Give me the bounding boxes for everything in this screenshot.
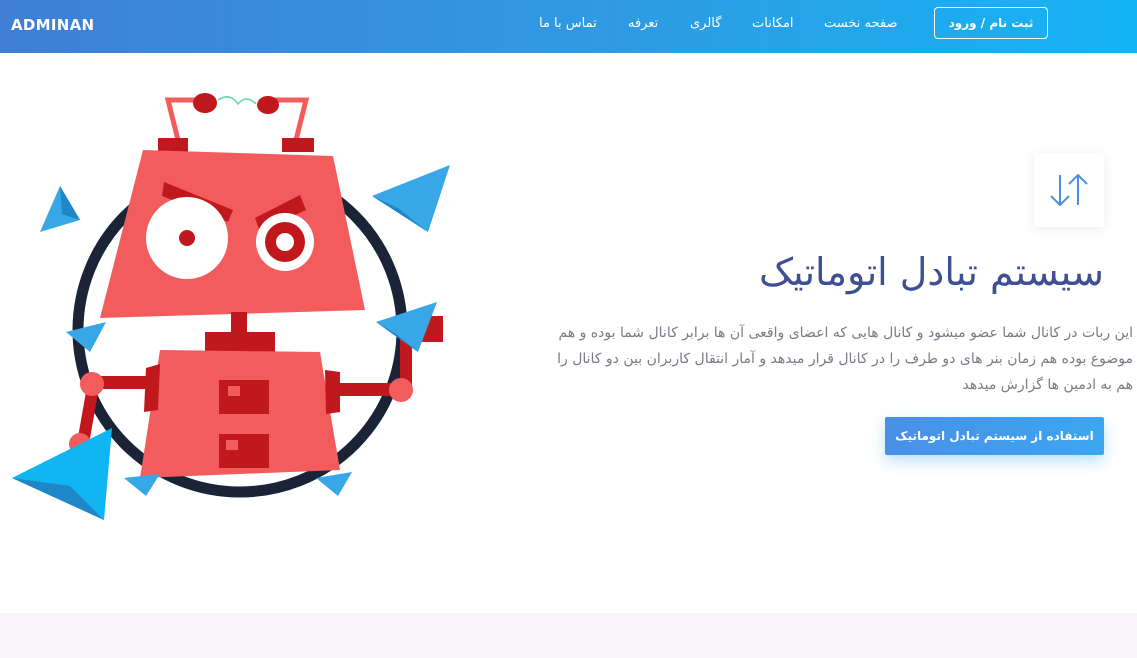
robot-collar (205, 332, 275, 352)
pupil-left (179, 230, 195, 246)
head-clip-right (282, 138, 314, 152)
antenna-bulb-left (193, 93, 217, 113)
paper-plane-icon-4 (66, 322, 106, 352)
body-panel-top (219, 380, 269, 414)
head-clip-left (158, 138, 188, 152)
elbow-left (80, 372, 104, 396)
next-section-band (0, 613, 1137, 658)
robot-illustration (12, 93, 450, 520)
pupil-right (276, 233, 294, 251)
nav-item-gallery[interactable]: گالری (690, 16, 721, 31)
use-auto-exchange-button[interactable]: استفاده از سیستم تبادل اتوماتیک (885, 417, 1104, 455)
shoulder-left (144, 364, 160, 412)
nav-item-contact[interactable]: تماس با ما (539, 16, 597, 31)
body-panel-bottom (219, 434, 269, 468)
spark-shape (217, 96, 257, 106)
signup-login-button[interactable]: ثبت نام / ورود (934, 7, 1048, 39)
swap-arrows-icon (1050, 173, 1088, 207)
paper-plane-icon-2 (40, 186, 80, 232)
shoulder-right (325, 370, 340, 414)
paper-plane-icon-5 (12, 428, 112, 520)
hero-title: سیستم تبادل اتوماتیک (758, 250, 1104, 294)
body-panel-dot-2 (226, 440, 238, 450)
elbow-right (389, 378, 413, 402)
nav-item-home[interactable]: صفحه نخست (824, 16, 897, 31)
paper-plane-icon-1 (372, 165, 450, 232)
antenna-bulb-right (257, 96, 279, 114)
body-panel-dot (228, 386, 240, 396)
nav-item-features[interactable]: امکانات (752, 16, 794, 31)
robot-head (100, 150, 365, 318)
hero-description: این ربات در کانال شما عضو میشود و کانال … (557, 325, 1133, 393)
robot-neck (231, 312, 247, 334)
top-navbar: ADMINAN صفحه نخست امکانات گالری تعرفه تم… (0, 0, 1137, 53)
nav-item-pricing[interactable]: تعرفه (628, 16, 658, 31)
feature-card (1034, 153, 1104, 227)
brand-logo[interactable]: ADMINAN (11, 16, 94, 34)
paper-plane-icon-6 (124, 474, 160, 496)
